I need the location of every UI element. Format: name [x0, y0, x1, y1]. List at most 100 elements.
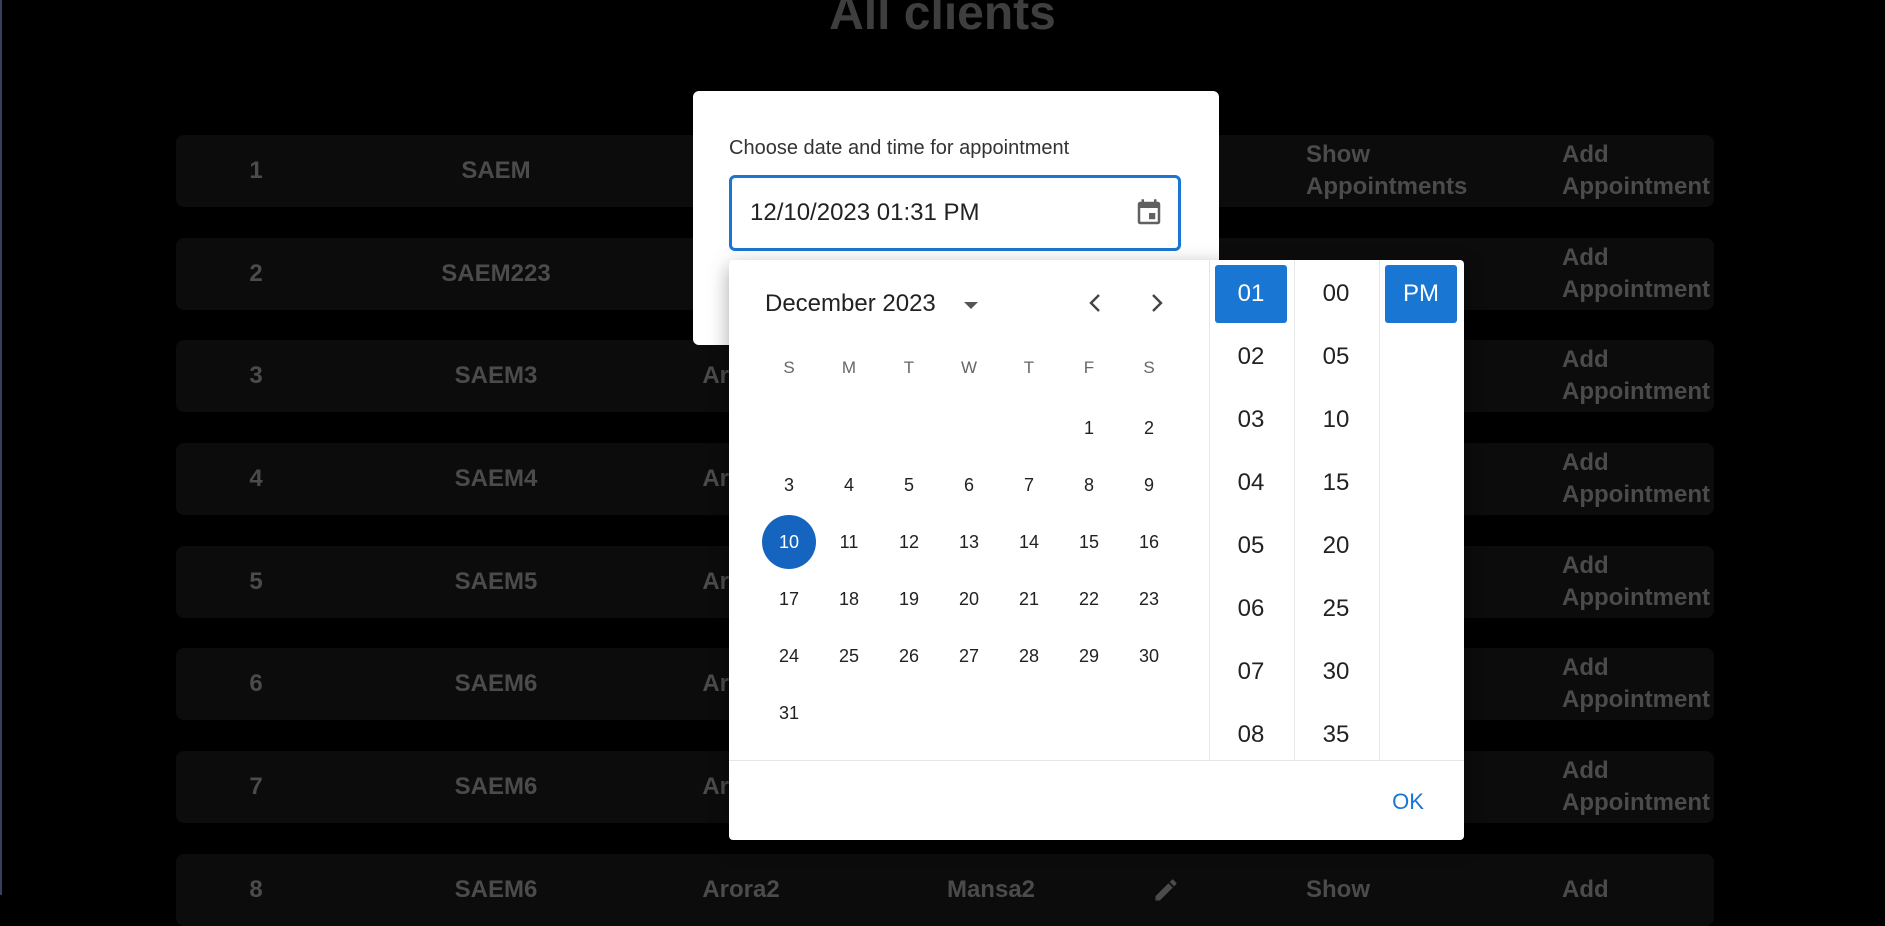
calendar-day[interactable]: 24: [762, 629, 816, 683]
show-appointments-link[interactable]: Show: [1306, 854, 1506, 926]
calendar-day[interactable]: 20: [942, 572, 996, 626]
client-name: SAEM: [461, 157, 531, 184]
footer-divider: [729, 760, 1464, 761]
minute-option[interactable]: 15: [1300, 454, 1372, 512]
calendar-day[interactable]: 12: [882, 515, 936, 569]
add-appointment-link[interactable]: Add Appointment: [1562, 340, 1732, 412]
calendar-day[interactable]: 19: [882, 572, 936, 626]
hour-option[interactable]: 03: [1215, 391, 1287, 449]
minute-option[interactable]: 10: [1300, 391, 1372, 449]
calendar-day[interactable]: 13: [942, 515, 996, 569]
client-name: SAEM4: [454, 465, 538, 492]
calendar-day[interactable]: 3: [762, 458, 816, 512]
hour-option[interactable]: 04: [1215, 454, 1287, 512]
weekday-label: T: [1023, 358, 1035, 377]
minute-option[interactable]: 20: [1300, 517, 1372, 575]
client-name: SAEM5: [454, 568, 538, 595]
add-appointment-link[interactable]: Add Appointment: [1562, 238, 1732, 310]
meridiem-column[interactable]: PM: [1379, 260, 1464, 760]
date-time-picker: December 2023 SMTWTFS 1 2 3 4 5 6 7 8 9 10 11 12 13 1…: [729, 260, 1464, 840]
calendar-day[interactable]: 22: [1062, 572, 1116, 626]
calendar-day[interactable]: 28: [1002, 629, 1056, 683]
calendar-day[interactable]: 2: [1122, 401, 1176, 455]
minute-option[interactable]: 05: [1300, 328, 1372, 386]
weekday-label: S: [1143, 358, 1155, 377]
row-number: 6: [249, 670, 263, 697]
calendar-day[interactable]: 18: [822, 572, 876, 626]
calendar-day[interactable]: 17: [762, 572, 816, 626]
month-dropdown-icon[interactable]: [963, 298, 979, 316]
calendar-day[interactable]: 21: [1002, 572, 1056, 626]
date-field-label: Choose date and time for appointment: [729, 137, 1070, 159]
pencil-icon[interactable]: [1106, 854, 1226, 926]
weekday-label: W: [960, 358, 978, 377]
calendar-day[interactable]: 4: [822, 458, 876, 512]
add-appointment-link[interactable]: Add Appointment: [1562, 135, 1732, 207]
add-appointment-link[interactable]: Add Appointment: [1562, 546, 1732, 618]
meridiem-option[interactable]: PM: [1385, 265, 1457, 323]
client-name: SAEM3: [454, 362, 538, 389]
window-edge: [0, 0, 2, 895]
page-title: All clients: [829, 0, 1056, 40]
calendar-day[interactable]: 8: [1062, 458, 1116, 512]
calendar-day[interactable]: 23: [1122, 572, 1176, 626]
weekday-label: T: [903, 358, 915, 377]
hours-column[interactable]: 01 02 03 04 05 06 07 08: [1209, 260, 1294, 760]
calendar-day[interactable]: 16: [1122, 515, 1176, 569]
minute-option[interactable]: 25: [1300, 580, 1372, 638]
hour-option[interactable]: 02: [1215, 328, 1287, 386]
client-first-name: Mansa2: [946, 876, 1036, 903]
calendar-icon[interactable]: [1134, 198, 1164, 228]
weekday-label: S: [783, 358, 795, 377]
calendar-day[interactable]: 5: [882, 458, 936, 512]
client-name: SAEM6: [454, 670, 538, 697]
table-row: 8 SAEM6 Arora2 Mansa2 Show Add: [176, 854, 1714, 926]
row-number: 7: [249, 773, 263, 800]
calendar-day[interactable]: 10: [762, 515, 816, 569]
calendar-day[interactable]: 14: [1002, 515, 1056, 569]
calendar-day[interactable]: 9: [1122, 458, 1176, 512]
hour-option[interactable]: 05: [1215, 517, 1287, 575]
client-name: SAEM223: [441, 260, 551, 287]
calendar-day[interactable]: 26: [882, 629, 936, 683]
minute-option[interactable]: 30: [1300, 643, 1372, 701]
add-appointment-link[interactable]: Add Appointment: [1562, 648, 1732, 720]
calendar-day[interactable]: 11: [822, 515, 876, 569]
hour-option[interactable]: 07: [1215, 643, 1287, 701]
hour-option[interactable]: 08: [1215, 706, 1287, 760]
calendar-day[interactable]: 29: [1062, 629, 1116, 683]
hour-option[interactable]: 06: [1215, 580, 1287, 638]
calendar-day[interactable]: 27: [942, 629, 996, 683]
calendar-day[interactable]: 7: [1002, 458, 1056, 512]
row-number: 1: [249, 157, 263, 184]
row-number: 4: [249, 465, 263, 492]
date-time-input[interactable]: 12/10/2023 01:31 PM: [729, 175, 1181, 251]
next-month-icon[interactable]: [1145, 292, 1167, 319]
row-number: 2: [249, 260, 263, 287]
client-last-name: Arora2: [702, 876, 780, 903]
calendar-day[interactable]: 6: [942, 458, 996, 512]
minute-option[interactable]: 00: [1300, 265, 1372, 323]
weekday-label: M: [841, 358, 857, 377]
row-number: 5: [249, 568, 263, 595]
date-time-value[interactable]: 12/10/2023 01:31 PM: [750, 178, 980, 248]
add-appointment-link[interactable]: Add Appointment: [1562, 751, 1732, 823]
ok-button[interactable]: OK: [1378, 782, 1438, 822]
row-number: 3: [249, 362, 263, 389]
previous-month-icon[interactable]: [1085, 292, 1107, 319]
minute-option[interactable]: 35: [1300, 706, 1372, 760]
add-appointment-link[interactable]: Add: [1562, 854, 1732, 926]
hour-option[interactable]: 01: [1215, 265, 1287, 323]
calendar-day[interactable]: 25: [822, 629, 876, 683]
weekday-label: F: [1083, 358, 1095, 377]
client-name: SAEM6: [454, 876, 538, 903]
calendar-day[interactable]: 30: [1122, 629, 1176, 683]
calendar-day[interactable]: 1: [1062, 401, 1116, 455]
row-number: 8: [249, 876, 263, 903]
add-appointment-link[interactable]: Add Appointment: [1562, 443, 1732, 515]
show-appointments-link[interactable]: Show Appointments: [1306, 135, 1506, 207]
calendar-day[interactable]: 31: [762, 686, 816, 740]
minutes-column[interactable]: 00 05 10 15 20 25 30 35: [1294, 260, 1379, 760]
calendar-day[interactable]: 15: [1062, 515, 1116, 569]
month-year-label: December 2023: [765, 290, 936, 317]
